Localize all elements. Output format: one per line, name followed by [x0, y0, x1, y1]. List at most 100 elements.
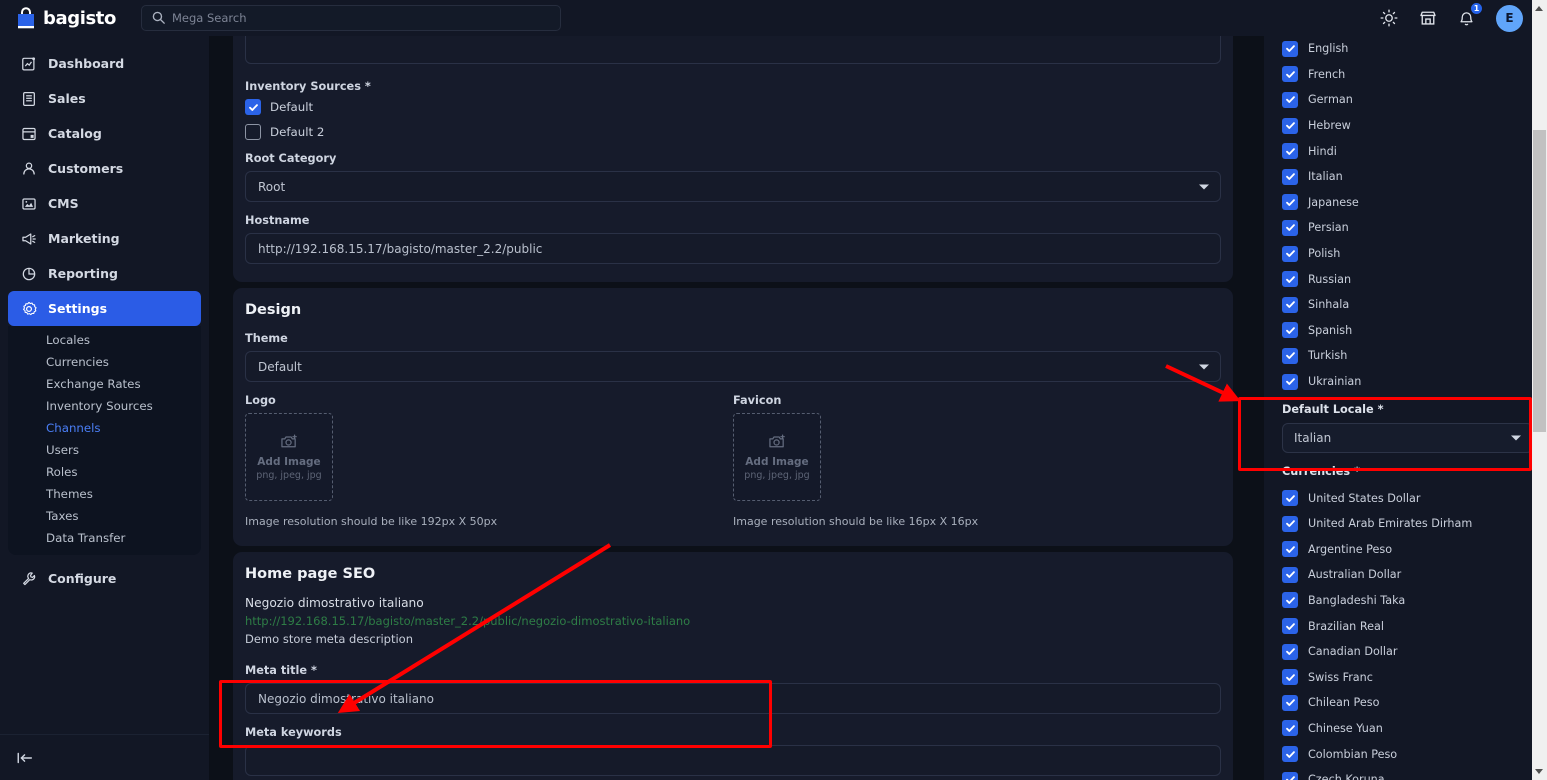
- inventory-source-row[interactable]: Default 2: [245, 124, 1221, 140]
- checkbox-locale[interactable]: [1282, 66, 1298, 83]
- sidebar-subitem-roles[interactable]: Roles: [8, 461, 201, 483]
- sun-icon[interactable]: [1379, 9, 1398, 28]
- browser-scrollbar[interactable]: [1532, 0, 1547, 780]
- locale-row[interactable]: Japanese: [1282, 190, 1533, 216]
- checkbox-currency[interactable]: [1282, 592, 1298, 609]
- checkbox-currency[interactable]: [1282, 618, 1298, 635]
- sidebar-item-cms[interactable]: CMS: [8, 186, 201, 221]
- checkbox-currency[interactable]: [1282, 515, 1298, 532]
- description-textarea[interactable]: [245, 36, 1221, 64]
- currency-row[interactable]: Swiss Franc: [1282, 664, 1533, 690]
- sidebar-item-settings[interactable]: Settings: [8, 291, 201, 326]
- root-category-select[interactable]: Root: [245, 171, 1221, 202]
- checkbox-locale[interactable]: [1282, 322, 1298, 339]
- currency-label: Argentine Peso: [1308, 542, 1393, 556]
- sidebar-item-customers[interactable]: Customers: [8, 151, 201, 186]
- checkbox-default[interactable]: [245, 99, 261, 115]
- currency-row[interactable]: Chinese Yuan: [1282, 716, 1533, 742]
- locale-row[interactable]: Persian: [1282, 215, 1533, 241]
- currency-label: Canadian Dollar: [1308, 645, 1398, 659]
- locale-row[interactable]: French: [1282, 62, 1533, 88]
- sidebar-subitem-channels[interactable]: Channels: [8, 417, 201, 439]
- checkbox-currency[interactable]: [1282, 566, 1298, 583]
- locale-row[interactable]: Italian: [1282, 164, 1533, 190]
- search-bar[interactable]: [141, 5, 561, 31]
- scrollbar-down-arrow-icon[interactable]: [1535, 769, 1543, 774]
- sidebar-subitem-locales[interactable]: Locales: [8, 329, 201, 351]
- sidebar-subitem-taxes[interactable]: Taxes: [8, 505, 201, 527]
- hostname-input[interactable]: [245, 233, 1221, 264]
- bell-icon[interactable]: 1: [1457, 1, 1483, 28]
- checkbox-locale[interactable]: [1282, 117, 1298, 134]
- sidebar-subitem-currencies[interactable]: Currencies: [8, 351, 201, 373]
- checkbox-locale[interactable]: [1282, 168, 1298, 185]
- checkbox-locale[interactable]: [1282, 245, 1298, 262]
- checkbox-currency[interactable]: [1282, 541, 1298, 558]
- meta-keywords-input[interactable]: [245, 745, 1221, 776]
- scrollbar-up-arrow-icon[interactable]: [1535, 6, 1543, 11]
- checkbox-currency[interactable]: [1282, 720, 1298, 737]
- locale-row[interactable]: Ukrainian: [1282, 369, 1533, 395]
- checkbox-locale[interactable]: [1282, 373, 1298, 390]
- default-locale-select[interactable]: Italian: [1282, 423, 1533, 454]
- sidebar-item-marketing[interactable]: Marketing: [8, 221, 201, 256]
- sidebar-item-dashboard[interactable]: Dashboard: [8, 46, 201, 81]
- sidebar-subitem-data-transfer[interactable]: Data Transfer: [8, 527, 201, 549]
- brand-logo[interactable]: bagisto: [16, 7, 126, 29]
- meta-title-input[interactable]: [245, 683, 1221, 714]
- locale-row[interactable]: Hebrew: [1282, 113, 1533, 139]
- collapse-sidebar-icon[interactable]: [16, 750, 34, 766]
- store-icon[interactable]: [1418, 9, 1437, 28]
- checkbox-locale[interactable]: [1282, 91, 1298, 108]
- checkbox-currency[interactable]: [1282, 669, 1298, 686]
- currency-row[interactable]: Chilean Peso: [1282, 690, 1533, 716]
- sidebar-subitem-users[interactable]: Users: [8, 439, 201, 461]
- currency-row[interactable]: Bangladeshi Taka: [1282, 588, 1533, 614]
- currency-row[interactable]: Colombian Peso: [1282, 741, 1533, 767]
- sidebar-subitem-exchange-rates[interactable]: Exchange Rates: [8, 373, 201, 395]
- locale-row[interactable]: German: [1282, 87, 1533, 113]
- avatar[interactable]: E: [1496, 4, 1523, 32]
- locale-row[interactable]: English: [1282, 36, 1533, 62]
- sidebar-item-catalog[interactable]: Catalog: [8, 116, 201, 151]
- currency-row[interactable]: Canadian Dollar: [1282, 639, 1533, 665]
- currency-row[interactable]: Australian Dollar: [1282, 562, 1533, 588]
- currency-label: Australian Dollar: [1308, 568, 1402, 582]
- scrollbar-thumb[interactable]: [1533, 130, 1546, 432]
- inventory-source-row[interactable]: Default: [245, 99, 1221, 115]
- currency-row[interactable]: United Arab Emirates Dirham: [1282, 511, 1533, 537]
- currency-row[interactable]: United States Dollar: [1282, 485, 1533, 511]
- checkbox-currency[interactable]: [1282, 771, 1298, 780]
- locale-row[interactable]: Hindi: [1282, 138, 1533, 164]
- locale-row[interactable]: Polish: [1282, 241, 1533, 267]
- sidebar-subitem-themes[interactable]: Themes: [8, 483, 201, 505]
- checkbox-locale[interactable]: [1282, 296, 1298, 313]
- currency-row[interactable]: Brazilian Real: [1282, 613, 1533, 639]
- checkbox-default-2[interactable]: [245, 124, 261, 140]
- sidebar-item-configure[interactable]: Configure: [8, 561, 201, 596]
- checkbox-locale[interactable]: [1282, 347, 1298, 364]
- logo-upload-dropzone[interactable]: Add Image png, jpeg, jpg: [245, 413, 333, 501]
- currency-row[interactable]: Argentine Peso: [1282, 537, 1533, 563]
- sidebar-item-sales[interactable]: Sales: [8, 81, 201, 116]
- checkbox-locale[interactable]: [1282, 40, 1298, 57]
- locale-row[interactable]: Spanish: [1282, 318, 1533, 344]
- currency-row[interactable]: Czech Koruna: [1282, 767, 1533, 780]
- checkbox-locale[interactable]: [1282, 271, 1298, 288]
- checkbox-currency[interactable]: [1282, 643, 1298, 660]
- locale-row[interactable]: Turkish: [1282, 343, 1533, 369]
- locale-row[interactable]: Russian: [1282, 266, 1533, 292]
- favicon-upload-dropzone[interactable]: Add Image png, jpeg, jpg: [733, 413, 821, 501]
- checkbox-currency[interactable]: [1282, 694, 1298, 711]
- checkbox-locale[interactable]: [1282, 143, 1298, 160]
- sidebar-subitem-inventory-sources[interactable]: Inventory Sources: [8, 395, 201, 417]
- checkbox-locale[interactable]: [1282, 219, 1298, 236]
- search-icon: [152, 9, 165, 28]
- checkbox-currency[interactable]: [1282, 746, 1298, 763]
- search-input[interactable]: [172, 11, 550, 25]
- sidebar-item-reporting[interactable]: Reporting: [8, 256, 201, 291]
- checkbox-currency[interactable]: [1282, 490, 1298, 507]
- locale-row[interactable]: Sinhala: [1282, 292, 1533, 318]
- checkbox-locale[interactable]: [1282, 194, 1298, 211]
- theme-select[interactable]: Default: [245, 351, 1221, 382]
